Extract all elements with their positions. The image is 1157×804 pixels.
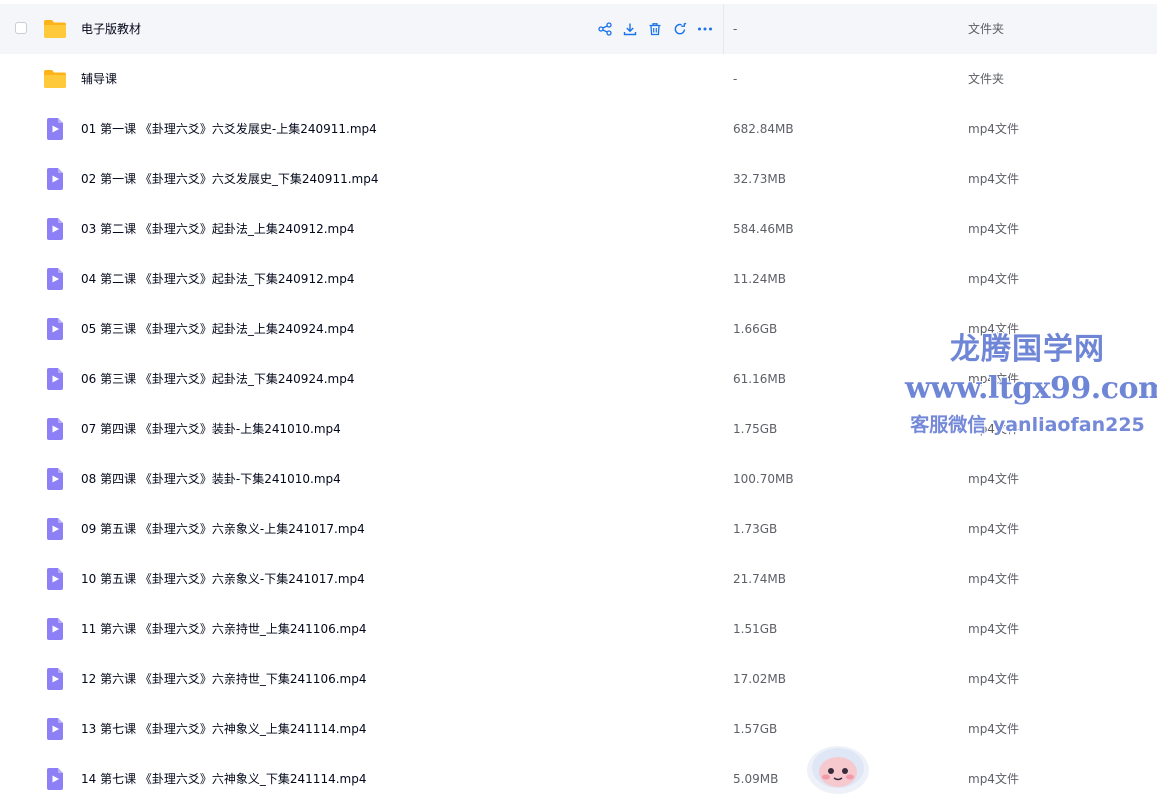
video-file-icon [43,117,67,141]
delete-icon[interactable] [646,20,664,38]
file-row[interactable]: 电子版教材 - 文件夹 [0,4,1157,54]
file-name[interactable]: 14 第七课 《卦理六爻》六神象义_下集241114.mp4 [81,754,366,804]
video-file-icon [43,417,67,441]
file-size: - [733,72,738,86]
file-size: 32.73MB [733,172,786,186]
refresh-icon[interactable] [671,20,689,38]
video-file-icon [43,367,67,391]
file-size: 17.02MB [733,672,786,686]
file-type: mp4文件 [968,322,1019,336]
file-name[interactable]: 05 第三课 《卦理六爻》起卦法_上集240924.mp4 [81,304,354,354]
file-type: mp4文件 [968,172,1019,186]
file-size: 1.57GB [733,722,778,736]
video-file-icon [43,467,67,491]
file-size: 100.70MB [733,472,794,486]
video-file-icon [43,567,67,591]
more-icon[interactable] [696,20,714,38]
file-size: 21.74MB [733,572,786,586]
file-row[interactable]: 08 第四课 《卦理六爻》装卦-下集241010.mp4 100.70MB mp4文… [0,454,1157,504]
file-row[interactable]: 05 第三课 《卦理六爻》起卦法_上集240924.mp4 1.66GB mp4文件 [0,304,1157,354]
file-row[interactable]: 14 第七课 《卦理六爻》六神象义_下集241114.mp4 5.09MB mp4文… [0,754,1157,804]
file-name[interactable]: 07 第四课 《卦理六爻》装卦-上集241010.mp4 [81,404,341,454]
file-size: 1.73GB [733,522,778,536]
video-file-icon [43,267,67,291]
file-type: mp4文件 [968,672,1019,686]
file-row[interactable]: 04 第二课 《卦理六爻》起卦法_下集240912.mp4 11.24MB mp4文… [0,254,1157,304]
file-type: mp4文件 [968,122,1019,136]
file-name[interactable]: 01 第一课 《卦理六爻》六爻发展史-上集240911.mp4 [81,104,377,154]
file-type: 文件夹 [968,22,1005,36]
video-file-icon [43,517,67,541]
file-row[interactable]: 01 第一课 《卦理六爻》六爻发展史-上集240911.mp4 682.84MB m… [0,104,1157,154]
file-type: mp4文件 [968,372,1019,386]
file-name[interactable]: 12 第六课 《卦理六爻》六亲持世_下集241106.mp4 [81,654,366,704]
video-file-icon [43,617,67,641]
video-file-icon [43,167,67,191]
file-size: 1.51GB [733,622,778,636]
file-row[interactable]: 11 第六课 《卦理六爻》六亲持世_上集241106.mp4 1.51GB mp4文… [0,604,1157,654]
file-list: 电子版教材 - 文件夹 辅导课 - 文件夹 01 第一课 《卦理六爻》六爻发展史-上集240… [0,4,1157,804]
file-name[interactable]: 辅导课 [81,54,117,104]
file-size: 61.16MB [733,372,786,386]
file-size: 584.46MB [733,222,794,236]
file-name[interactable]: 10 第五课 《卦理六爻》六亲象义-下集241017.mp4 [81,554,365,604]
file-type: mp4文件 [968,272,1019,286]
file-name[interactable]: 04 第二课 《卦理六爻》起卦法_下集240912.mp4 [81,254,354,304]
row-actions [596,20,714,38]
file-name[interactable]: 09 第五课 《卦理六爻》六亲象义-上集241017.mp4 [81,504,365,554]
file-row[interactable]: 07 第四课 《卦理六爻》装卦-上集241010.mp4 1.75GB mp4文件 [0,404,1157,454]
file-size: 682.84MB [733,122,794,136]
share-icon[interactable] [596,20,614,38]
video-file-icon [43,717,67,741]
file-type: mp4文件 [968,522,1019,536]
file-name[interactable]: 电子版教材 [81,4,141,54]
file-type: mp4文件 [968,472,1019,486]
file-type: 文件夹 [968,72,1005,86]
column-divider [723,4,724,54]
file-type: mp4文件 [968,572,1019,586]
file-name[interactable]: 13 第七课 《卦理六爻》六神象义_上集241114.mp4 [81,704,366,754]
file-size: 11.24MB [733,272,786,286]
file-type: mp4文件 [968,622,1019,636]
folder-icon [43,67,67,91]
file-name[interactable]: 08 第四课 《卦理六爻》装卦-下集241010.mp4 [81,454,341,504]
file-row[interactable]: 09 第五课 《卦理六爻》六亲象义-上集241017.mp4 1.73GB mp4文… [0,504,1157,554]
video-file-icon [43,667,67,691]
file-size: 1.75GB [733,422,778,436]
file-row[interactable]: 03 第二课 《卦理六爻》起卦法_上集240912.mp4 584.46MB mp4… [0,204,1157,254]
file-type: mp4文件 [968,772,1019,786]
video-file-icon [43,767,67,791]
file-name[interactable]: 02 第一课 《卦理六爻》六爻发展史_下集240911.mp4 [81,154,378,204]
file-row[interactable]: 10 第五课 《卦理六爻》六亲象义-下集241017.mp4 21.74MB mp4… [0,554,1157,604]
file-size: 1.66GB [733,322,778,336]
file-type: mp4文件 [968,422,1019,436]
file-row[interactable]: 12 第六课 《卦理六爻》六亲持世_下集241106.mp4 17.02MB mp4… [0,654,1157,704]
file-name[interactable]: 06 第三课 《卦理六爻》起卦法_下集240924.mp4 [81,354,354,404]
video-file-icon [43,317,67,341]
file-row[interactable]: 02 第一课 《卦理六爻》六爻发展史_下集240911.mp4 32.73MB mp… [0,154,1157,204]
file-name[interactable]: 11 第六课 《卦理六爻》六亲持世_上集241106.mp4 [81,604,366,654]
file-row[interactable]: 06 第三课 《卦理六爻》起卦法_下集240924.mp4 61.16MB mp4文… [0,354,1157,404]
file-size: 5.09MB [733,772,779,786]
file-type: mp4文件 [968,222,1019,236]
video-file-icon [43,217,67,241]
file-size: - [733,22,738,36]
file-name[interactable]: 03 第二课 《卦理六爻》起卦法_上集240912.mp4 [81,204,354,254]
file-row[interactable]: 辅导课 - 文件夹 [0,54,1157,104]
assistant-mascot-icon[interactable] [804,740,872,796]
file-row[interactable]: 13 第七课 《卦理六爻》六神象义_上集241114.mp4 1.57GB mp4文… [0,704,1157,754]
download-icon[interactable] [621,20,639,38]
folder-icon [43,17,67,41]
row-checkbox[interactable] [15,22,27,34]
file-type: mp4文件 [968,722,1019,736]
